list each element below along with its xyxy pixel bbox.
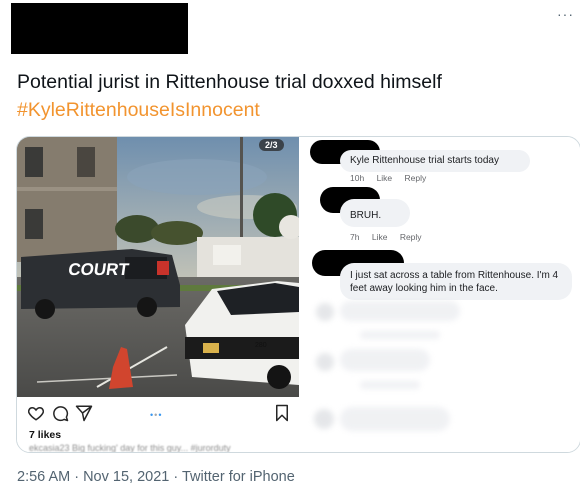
comment-time: 10h [350,173,365,183]
comment-text: Kyle Rittenhouse trial starts today [350,155,499,166]
heart-icon[interactable] [27,404,45,422]
comment-text: I just sat across a table from Rittenhou… [350,270,559,294]
bookmark-icon[interactable] [273,404,291,422]
reply-link[interactable]: Reply [405,173,427,183]
likes-count: 7 likes [29,429,62,441]
more-options-icon[interactable]: ··· [557,6,574,22]
van-court-text: COURT [67,260,131,279]
courthouse-photo: COURT 280 [17,137,299,397]
tweet-media-card[interactable]: COURT 280 2/3 ••• 7 likes ekcasia23 Big … [16,136,580,453]
comment-bubble: BRUH. [340,199,410,227]
redacted-account-header [11,3,188,54]
post-photo: COURT 280 2/3 [17,137,299,397]
comment-bubble: Kyle Rittenhouse trial starts today [340,150,530,172]
police-car-number: 280 [255,342,267,349]
like-link[interactable]: Like [377,173,393,183]
hashtag-link[interactable]: #KyleRittenhouseIsInnocent [17,96,567,124]
comment-icon[interactable] [51,404,69,422]
comment-text: BRUH. [350,210,382,221]
post-caption: ekcasia23 Big fucking' day for this guy.… [29,443,231,453]
instagram-post: COURT 280 2/3 ••• 7 likes ekcasia23 Big … [17,137,299,453]
reply-link[interactable]: Reply [400,232,422,242]
tweet-timestamp[interactable]: 2:56 AM · Nov 15, 2021 · Twitter for iPh… [17,469,295,485]
like-link[interactable]: Like [372,232,388,242]
facebook-comments: Kyle Rittenhouse trial starts today 10h … [300,137,580,452]
comment-bubble: I just sat across a table from Rittenhou… [340,263,572,300]
comment-meta: 7h Like Reply [350,232,432,242]
tweet-text: Potential jurist in Rittenhouse trial do… [17,68,567,124]
blurred-comments [300,297,580,452]
send-icon[interactable] [75,404,93,422]
carousel-dots: ••• [150,410,163,420]
tweet-text-line: Potential jurist in Rittenhouse trial do… [17,71,442,93]
post-actions: ••• [17,400,299,424]
comment-time: 7h [350,232,360,242]
comment-meta: 10h Like Reply [350,173,436,183]
page-indicator: 2/3 [259,139,284,151]
